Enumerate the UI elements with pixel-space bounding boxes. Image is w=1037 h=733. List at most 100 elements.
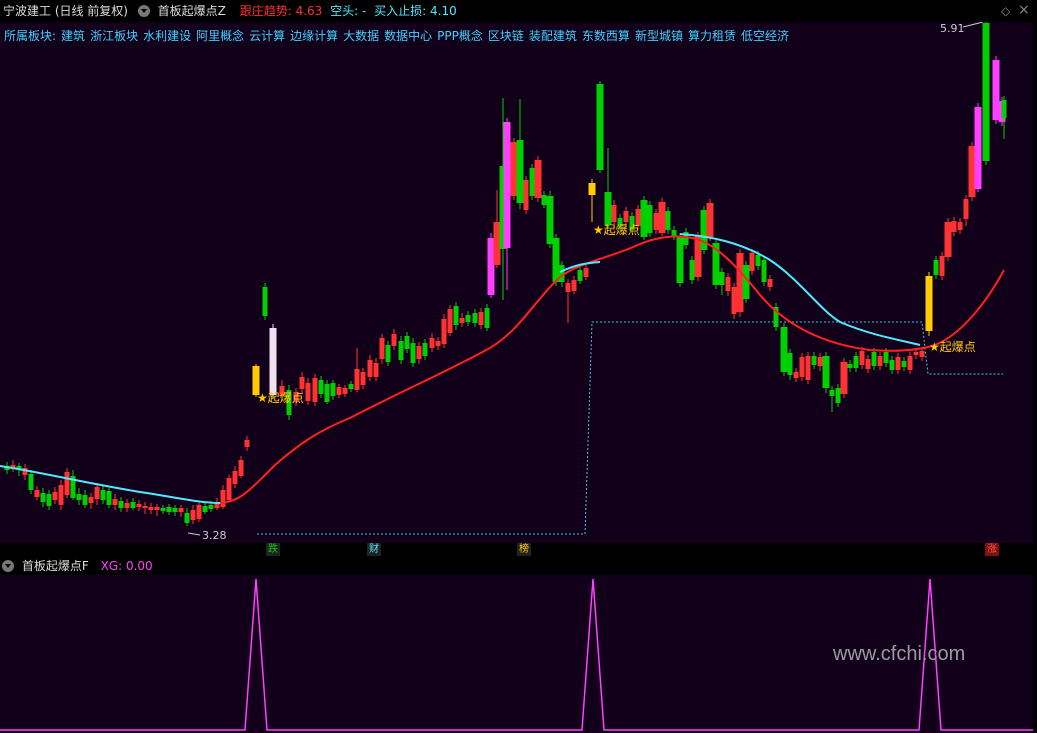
candle-body xyxy=(100,490,106,500)
candle-body xyxy=(583,268,589,277)
candle-body xyxy=(510,142,518,196)
candle-body xyxy=(731,287,737,314)
candle-body xyxy=(883,352,889,363)
signal-label: ★起爆点 xyxy=(593,223,640,237)
candle-body xyxy=(220,490,226,507)
stop-value: 买入止损: 4.10 xyxy=(374,4,457,18)
candle-body xyxy=(410,343,416,363)
sector-item[interactable]: 新型城镇 xyxy=(635,29,683,43)
candle-body xyxy=(963,199,969,219)
sector-item[interactable]: 装配建筑 xyxy=(529,29,577,43)
sector-item[interactable]: 区块链 xyxy=(488,29,524,43)
candle-body xyxy=(232,471,238,484)
candle-body xyxy=(484,308,490,328)
close-icon[interactable]: × xyxy=(1018,2,1030,18)
candle-body xyxy=(877,356,883,366)
candle-body xyxy=(112,499,118,505)
candle-body xyxy=(416,346,422,359)
candle-body xyxy=(516,140,524,203)
sector-item[interactable]: 云计算 xyxy=(249,29,285,43)
candle-body xyxy=(787,353,793,375)
candle-body xyxy=(305,383,311,401)
candle-body xyxy=(385,345,391,362)
candle-body xyxy=(136,504,142,507)
candle-body xyxy=(761,260,767,282)
candle-body xyxy=(142,506,148,508)
candle-body xyxy=(780,327,788,372)
candle-body xyxy=(658,202,666,233)
sector-item[interactable]: 建筑 xyxy=(61,29,85,43)
sub-indicator-name[interactable]: 首板起爆点F xyxy=(22,559,89,573)
sector-item[interactable]: 阿里概念 xyxy=(196,29,244,43)
event-marker[interactable]: 榜 xyxy=(517,543,531,556)
candle-body xyxy=(348,384,354,389)
candle-body xyxy=(541,195,547,205)
candle-body xyxy=(534,160,542,198)
candle-body xyxy=(88,497,94,503)
candle-body xyxy=(76,494,82,500)
main-chart-panel[interactable]: ★起爆点 ★起爆点 ★起爆点 5.91 3.28 xyxy=(0,0,1033,543)
candle-body xyxy=(379,338,385,359)
candle-body xyxy=(725,277,731,291)
watermark: www.cfchi.com xyxy=(833,643,966,665)
high-price-label: 5.91 xyxy=(940,22,965,35)
event-marker[interactable]: 跌 xyxy=(266,543,280,556)
candlestick-chart[interactable]: ★起爆点 ★起爆点 ★起爆点 5.91 3.28 xyxy=(0,0,1033,543)
candle-body xyxy=(34,490,40,497)
candle-body xyxy=(913,352,919,355)
candle-body xyxy=(46,494,52,506)
candle-body xyxy=(190,510,196,520)
candle-body xyxy=(373,363,379,377)
sector-item[interactable]: 浙江板块 xyxy=(90,29,138,43)
candle-body xyxy=(478,312,484,325)
candle-body xyxy=(982,23,990,161)
candle-body xyxy=(202,506,208,512)
event-marker[interactable]: 涨 xyxy=(985,543,999,556)
candle-body xyxy=(472,313,478,323)
sector-item[interactable]: PPP概念 xyxy=(437,29,483,43)
candle-body xyxy=(901,361,907,367)
candle-body xyxy=(653,213,659,230)
candle-body xyxy=(665,211,671,230)
sector-item[interactable]: 算力租赁 xyxy=(688,29,736,43)
candle-body xyxy=(94,487,100,499)
candle-body xyxy=(503,122,511,248)
candle-body xyxy=(360,372,366,385)
candle-body xyxy=(148,507,154,510)
candle-body xyxy=(604,192,612,225)
right-edge xyxy=(1033,22,1037,733)
candle-body xyxy=(52,492,58,500)
sector-item[interactable]: 水利建设 xyxy=(143,29,191,43)
indicator-name[interactable]: 首板起爆点Z xyxy=(158,4,226,18)
sector-item[interactable]: 边缘计算 xyxy=(290,29,338,43)
candle-body xyxy=(939,256,945,276)
dropdown-icon[interactable] xyxy=(137,5,150,17)
sub-dropdown-icon[interactable] xyxy=(2,560,14,572)
candle-body xyxy=(799,357,805,377)
candle-body xyxy=(447,309,453,333)
candle-body xyxy=(422,343,428,356)
event-marker[interactable]: 财 xyxy=(367,543,381,556)
sector-list: 所属板块: 建筑 浙江板块 水利建设 阿里概念 云计算 边缘计算 大数据 数据中心 PPP概念 区块… xyxy=(4,27,799,44)
stock-title[interactable]: 宁波建工 (日线 前复权) xyxy=(3,4,128,18)
candle-body xyxy=(676,237,684,283)
candle-body xyxy=(811,356,817,365)
candle-body xyxy=(793,372,799,378)
sector-item[interactable]: 数据中心 xyxy=(384,29,432,43)
candles-group xyxy=(4,19,1007,526)
candle-body xyxy=(853,356,859,368)
candle-body xyxy=(244,440,250,447)
sector-item[interactable]: 低空经济 xyxy=(741,29,789,43)
low-price-label: 3.28 xyxy=(202,529,227,542)
sector-item[interactable]: 东数西算 xyxy=(582,29,630,43)
candle-body xyxy=(817,357,823,366)
candle-body xyxy=(166,507,172,512)
trend-value: 跟庄趋势: 4.63 xyxy=(239,4,323,18)
candle-body xyxy=(822,356,830,388)
sector-item[interactable]: 大数据 xyxy=(343,29,379,43)
candle-body xyxy=(318,380,324,394)
candle-body xyxy=(262,287,268,316)
candle-body xyxy=(689,260,695,280)
diamond-icon[interactable]: ◇ xyxy=(1001,4,1010,18)
short-value: 空头: - xyxy=(330,4,367,18)
